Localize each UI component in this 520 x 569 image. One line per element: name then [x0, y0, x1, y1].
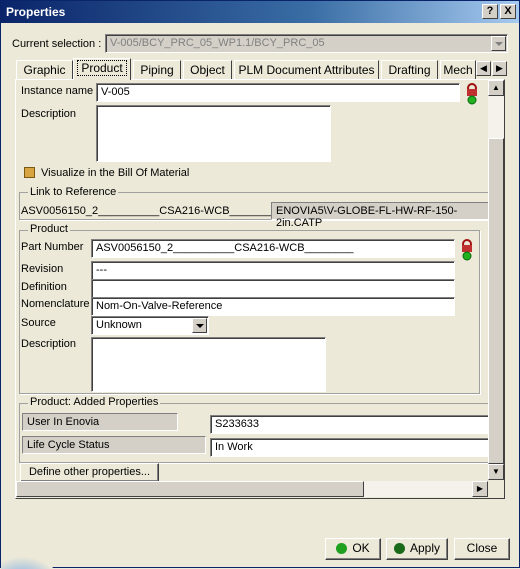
chevron-down-icon[interactable]	[192, 318, 207, 333]
link-to-reference-legend: Link to Reference	[28, 186, 119, 198]
tab-panel-product: Instance name V-005 Description Visualiz…	[15, 79, 505, 499]
revision-input[interactable]: ---	[91, 261, 455, 280]
definition-label: Definition	[21, 281, 67, 293]
source-label: Source	[21, 317, 56, 329]
instance-name-label: Instance name	[21, 85, 94, 97]
current-selection-value: V-005/BCY_PRC_05_WP1.1/BCY_PRC_05	[110, 37, 325, 49]
product-legend: Product	[28, 223, 70, 235]
life-cycle-status-input[interactable]: In Work	[210, 438, 500, 457]
definition-input[interactable]	[91, 279, 455, 298]
vertical-scrollbar[interactable]: ▲ ▼	[488, 80, 504, 480]
ok-button-label: OK	[352, 541, 370, 555]
chevron-down-icon[interactable]	[491, 36, 506, 51]
instance-name-input[interactable]: V-005	[96, 83, 460, 102]
apply-button-label: Apply	[409, 541, 441, 555]
tab-product[interactable]: Product	[73, 58, 131, 80]
tab-mech[interactable]: Mech	[440, 60, 476, 79]
title-bar: Properties ? X	[1, 1, 519, 23]
link-reference-document-field: ENOVIA5\V-GLOBE-FL-HW-RF-150-2in.CATP	[271, 202, 503, 229]
tab-strip: Graphic Product Piping Object PLM Docume…	[16, 58, 476, 80]
help-button[interactable]: ?	[482, 4, 498, 19]
tab-drafting[interactable]: Drafting	[381, 60, 438, 79]
user-in-enovia-label: User In Enovia	[22, 413, 178, 431]
tab-piping[interactable]: Piping	[133, 60, 181, 79]
revision-label: Revision	[21, 263, 64, 275]
part-number-label: Part Number	[21, 241, 84, 253]
visualize-bom-label: Visualize in the Bill Of Material	[41, 167, 190, 179]
visualize-bom-checkbox[interactable]	[24, 167, 35, 178]
tab-plm-document-attributes[interactable]: PLM Document Attributes	[234, 60, 379, 79]
instance-description-label: Description	[21, 108, 77, 120]
tab-object[interactable]: Object	[183, 60, 232, 79]
link-reference-left-value: ASV0056150_2__________CSA216-WCB________	[21, 205, 279, 217]
define-other-properties-button[interactable]: Define other properties...	[20, 463, 159, 482]
tab-scroll-right-button[interactable]: ▶	[492, 61, 507, 76]
horizontal-scroll-thumb[interactable]	[16, 481, 364, 497]
user-in-enovia-input[interactable]: S233633	[210, 415, 500, 434]
tab-scroll-left-button[interactable]: ◀	[476, 61, 491, 76]
life-cycle-status-label: Life Cycle Status	[22, 436, 206, 454]
part-number-input[interactable]: ASV0056150_2__________CSA216-WCB________	[91, 239, 455, 258]
horizontal-scrollbar[interactable]: ▶	[16, 481, 488, 497]
apply-button[interactable]: Apply	[386, 538, 448, 560]
ok-button[interactable]: OK	[325, 538, 381, 560]
ok-green-dot-icon	[336, 543, 348, 555]
window-title: Properties	[6, 5, 66, 19]
padlock-status-icon[interactable]	[465, 83, 479, 105]
source-value: Unknown	[96, 319, 142, 331]
source-select[interactable]: Unknown	[91, 316, 209, 335]
tab-product-label: Product	[77, 60, 127, 76]
instance-description-input[interactable]	[96, 105, 331, 162]
nomenclature-label: Nomenclature	[21, 298, 90, 310]
catia-logo-icon	[1, 547, 53, 569]
added-properties-legend: Product: Added Properties	[28, 396, 161, 408]
apply-green-dot-icon	[393, 543, 405, 555]
tab-graphic[interactable]: Graphic	[16, 60, 73, 79]
product-description-input[interactable]	[91, 337, 326, 392]
padlock-status-icon[interactable]	[460, 239, 474, 261]
scroll-up-button[interactable]: ▲	[488, 80, 504, 96]
scroll-right-button[interactable]: ▶	[472, 481, 488, 497]
product-description-label: Description	[21, 338, 77, 350]
nomenclature-input[interactable]: Nom-On-Valve-Reference	[91, 297, 455, 316]
properties-dialog: Properties ? X Current selection : V-005…	[0, 0, 520, 569]
current-selection-combo[interactable]: V-005/BCY_PRC_05_WP1.1/BCY_PRC_05	[105, 34, 508, 53]
close-window-button[interactable]: X	[500, 4, 516, 19]
current-selection-label: Current selection :	[12, 38, 102, 50]
vertical-scroll-thumb[interactable]	[488, 138, 504, 464]
close-button[interactable]: Close	[454, 538, 510, 560]
scroll-down-button[interactable]: ▼	[488, 464, 504, 480]
